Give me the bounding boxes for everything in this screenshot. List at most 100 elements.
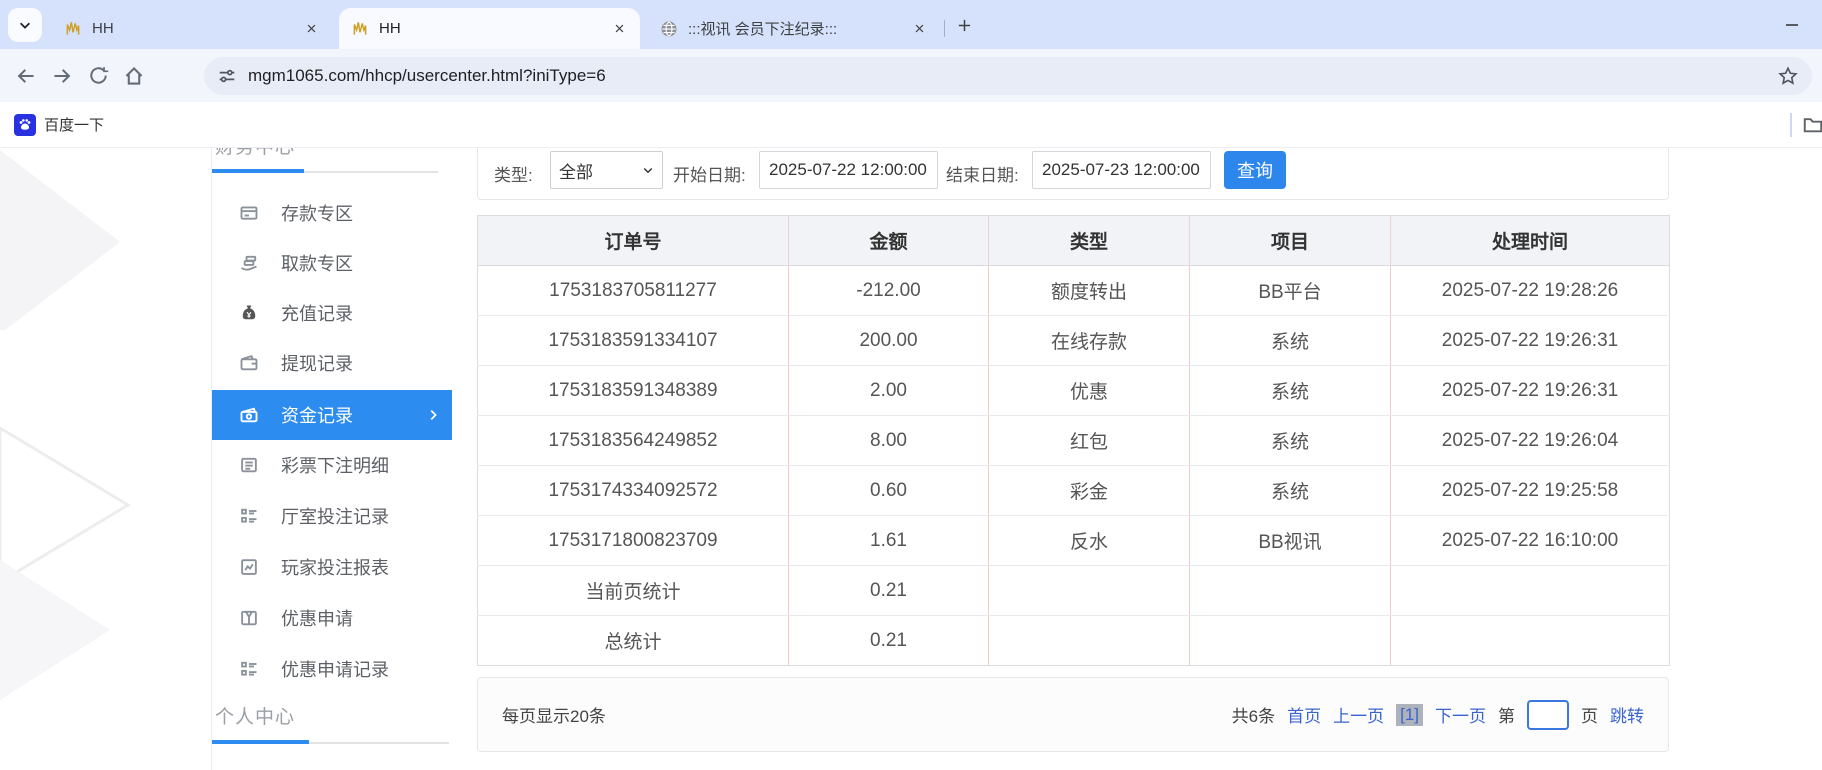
- first-page-link[interactable]: 首页: [1287, 702, 1321, 727]
- cell-type: 彩金: [988, 465, 1190, 516]
- hand-money-icon: [239, 253, 259, 273]
- sidebar-item-label: 彩票下注明细: [281, 456, 389, 476]
- start-date-input[interactable]: [759, 151, 938, 189]
- bookmarks-bar: 百度一下: [0, 102, 1822, 148]
- document-list-icon: [239, 455, 259, 475]
- bank-card-icon: [239, 203, 259, 223]
- cell-empty: [1189, 615, 1391, 666]
- sidebar-item-label: 取款专区: [281, 254, 353, 274]
- bookmark-baidu[interactable]: 百度一下: [14, 113, 104, 136]
- sidebar-item-withdraw-zone[interactable]: 取款专区: [212, 238, 452, 288]
- sidebar-item-lottery-bet-details[interactable]: 彩票下注明细: [212, 440, 452, 490]
- sidebar-item-label: 玩家投注报表: [281, 558, 389, 578]
- cell-order: 1753171800823709: [477, 515, 789, 566]
- sidebar-item-player-bet-report[interactable]: 玩家投注报表: [212, 542, 452, 592]
- col-header-amount: 金额: [788, 215, 989, 266]
- tab-close-icon[interactable]: [302, 20, 320, 38]
- background-decoration: [0, 150, 120, 330]
- next-page-link[interactable]: 下一页: [1435, 702, 1486, 727]
- tab-strip: HH HH :::视讯 会员下注纪录:::: [0, 0, 1822, 49]
- home-button[interactable]: [116, 58, 152, 94]
- cell-order: 1753183705811277: [477, 265, 789, 316]
- cell-project: BB平台: [1189, 265, 1391, 316]
- bookmarks-divider: [1790, 113, 1792, 137]
- chart-icon: [239, 557, 259, 577]
- cell-amount: 0.60: [788, 465, 989, 516]
- sidebar-item-promo-apply-records[interactable]: 优惠申请记录: [212, 644, 452, 694]
- cell-type: 在线存款: [988, 315, 1190, 366]
- sidebar-item-fund-records[interactable]: 资金记录: [212, 390, 452, 440]
- end-date-input[interactable]: [1032, 151, 1211, 189]
- cell-amount: 0.21: [788, 565, 989, 616]
- cash-icon: [239, 405, 259, 425]
- cell-type: 优惠: [988, 365, 1190, 416]
- site-logo-icon: [64, 20, 82, 38]
- cell-empty: [1390, 615, 1670, 666]
- sidebar-item-promo-apply[interactable]: 优惠申请: [212, 593, 452, 643]
- omnibox[interactable]: mgm1065.com/hhcp/usercenter.html?iniType…: [204, 57, 1812, 95]
- bookmarks-folder-icon[interactable]: [1802, 113, 1822, 135]
- tab-close-icon[interactable]: [910, 20, 928, 38]
- globe-icon: [660, 20, 678, 38]
- sidebar-item-withdrawal-records[interactable]: 提现记录: [212, 338, 452, 388]
- type-select[interactable]: 全部: [550, 151, 663, 189]
- sidebar-item-label: 资金记录: [281, 406, 353, 426]
- baidu-paw-icon: [14, 113, 36, 136]
- sidebar-item-label: 优惠申请记录: [281, 660, 389, 680]
- jump-page-input[interactable]: [1527, 699, 1569, 730]
- search-button[interactable]: 查询: [1224, 151, 1286, 189]
- sidebar-item-recharge-records[interactable]: 充值记录: [212, 288, 452, 338]
- cell-time: 2025-07-22 16:10:00: [1390, 515, 1670, 566]
- cell-amount: 8.00: [788, 415, 989, 466]
- reload-button[interactable]: [80, 58, 116, 94]
- cell-order: 1753183564249852: [477, 415, 789, 466]
- bookmark-star-icon[interactable]: [1778, 66, 1798, 86]
- cell-amount: 200.00: [788, 315, 989, 366]
- sidebar-item-room-bet-records[interactable]: 厅室投注记录: [212, 491, 452, 541]
- table-header-row: 订单号 金额 类型 项目 处理时间: [477, 215, 1670, 266]
- cell-order: 1753183591348389: [477, 365, 789, 416]
- prev-page-link[interactable]: 上一页: [1333, 702, 1384, 727]
- browser-window: 财务中心 存款专区 取款专区 充值记录 提现记录 资金记: [0, 0, 1822, 770]
- table-row: 1753183705811277 -212.00 额度转出 BB平台 2025-07-2…: [477, 265, 1670, 316]
- cell-type: 额度转出: [988, 265, 1190, 316]
- chevron-right-icon: [426, 408, 440, 422]
- cell-amount: -212.00: [788, 265, 989, 316]
- checklist-icon: [239, 506, 259, 526]
- tab-2-active[interactable]: HH: [339, 8, 640, 49]
- table-row: 1753174334092572 0.60 彩金 系统 2025-07-22 19:25…: [477, 465, 1670, 516]
- cell-project: 系统: [1189, 415, 1391, 466]
- site-logo-icon: [351, 20, 369, 38]
- cell-time: 2025-07-22 19:26:31: [1390, 315, 1670, 366]
- section-underline: [212, 740, 449, 744]
- jump-button[interactable]: 跳转: [1610, 702, 1644, 727]
- tab-1[interactable]: HH: [52, 8, 332, 49]
- total-count-text: 共6条: [1231, 707, 1276, 726]
- cell-summary-label: 当前页统计: [477, 565, 789, 616]
- window-minimize-button[interactable]: [1778, 12, 1806, 38]
- cell-amount: 1.61: [788, 515, 989, 566]
- sidebar-item-deposit-zone[interactable]: 存款专区: [212, 188, 452, 238]
- new-tab-button[interactable]: [952, 13, 976, 37]
- tab-close-icon[interactable]: [610, 20, 628, 38]
- gift-icon: [239, 608, 259, 628]
- tab-title: :::视讯 会员下注纪录:::: [688, 21, 838, 38]
- tab-3[interactable]: :::视讯 会员下注纪录:::: [648, 8, 940, 49]
- sidebar-section-personal: 个人中心: [215, 707, 296, 728]
- col-header-time: 处理时间: [1390, 215, 1670, 266]
- cell-summary-label: 总统计: [477, 615, 789, 666]
- cell-empty: [1390, 565, 1670, 616]
- forward-button[interactable]: [44, 58, 80, 94]
- cell-project: 系统: [1189, 315, 1391, 366]
- cell-order: 1753174334092572: [477, 465, 789, 516]
- col-header-order: 订单号: [477, 215, 789, 266]
- cell-empty: [988, 565, 1190, 616]
- chevron-down-icon: [642, 164, 654, 176]
- cell-amount: 2.00: [788, 365, 989, 416]
- back-button[interactable]: [8, 58, 44, 94]
- cell-time: 2025-07-22 19:26:31: [1390, 365, 1670, 416]
- col-header-type: 类型: [988, 215, 1190, 266]
- tab-search-button[interactable]: [8, 8, 42, 42]
- background-decoration: [0, 560, 110, 700]
- col-header-project: 项目: [1189, 215, 1391, 266]
